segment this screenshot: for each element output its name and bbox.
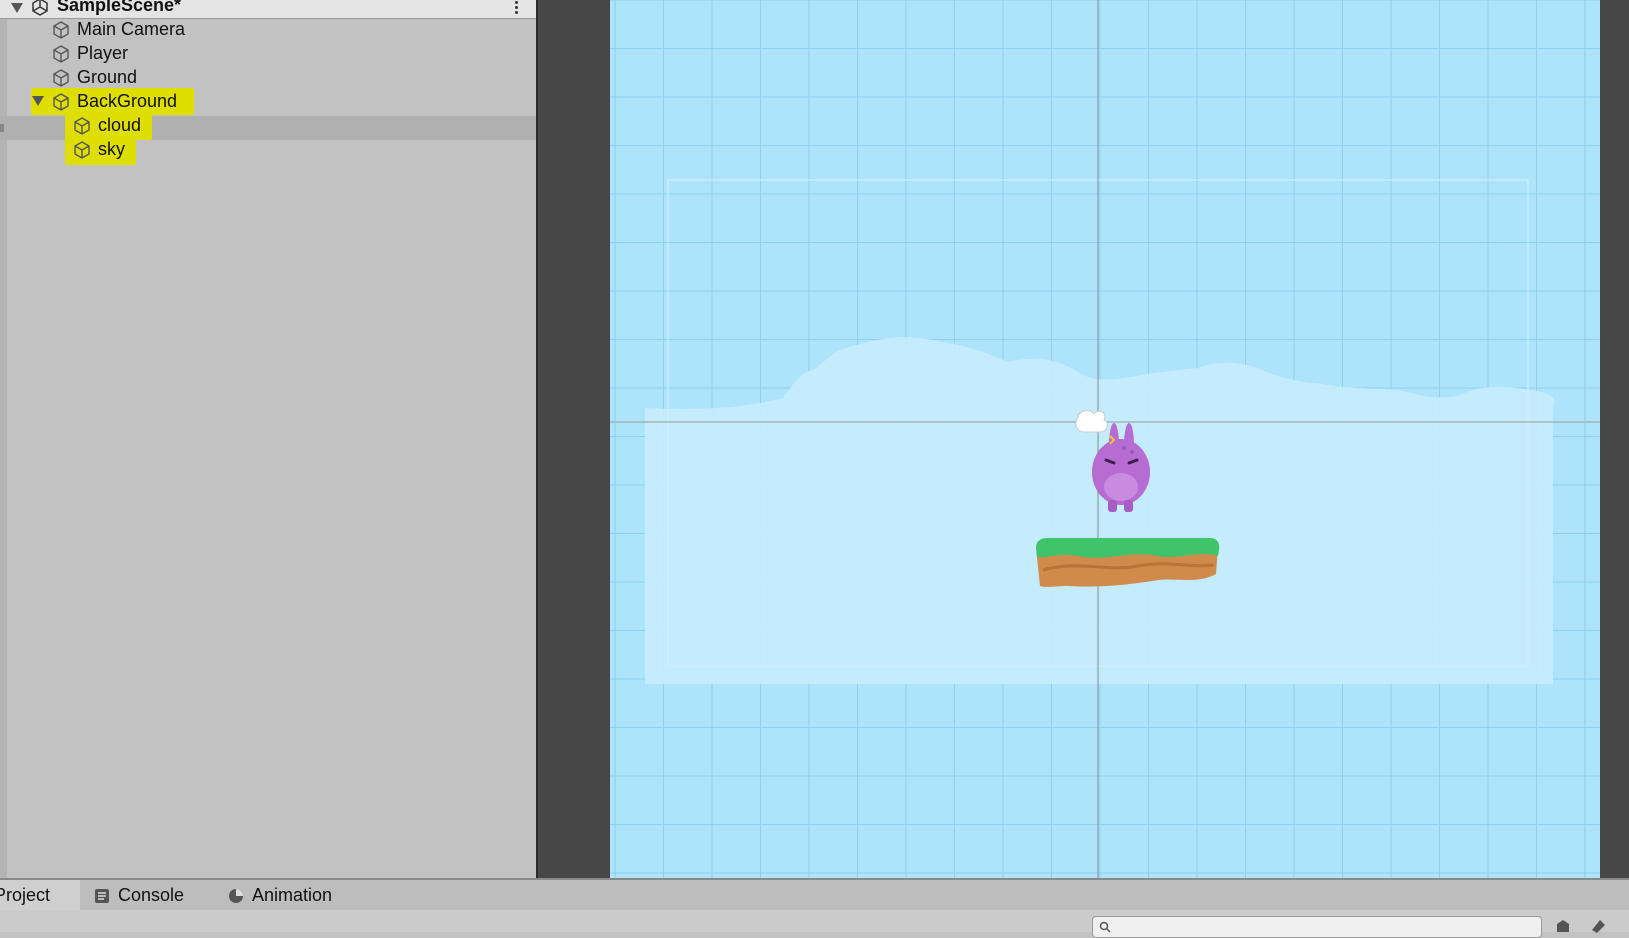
console-icon [95, 889, 109, 903]
bottom-tab-row: Project Console Animation [0, 880, 1629, 910]
hierarchy-item-label: sky [98, 139, 125, 159]
kebab-menu-icon[interactable] [515, 0, 519, 16]
tab-label: Console [118, 885, 185, 905]
hierarchy-panel: SampleScene* Main Camera Player Ground B… [0, 0, 537, 880]
tab-animation[interactable]: Animation [228, 880, 353, 910]
hierarchy-item-label: cloud [98, 115, 142, 135]
expand-triangle-icon[interactable] [32, 96, 44, 106]
gameobject-cube-icon [74, 117, 90, 135]
hierarchy-item-sky[interactable]: sky [0, 137, 537, 161]
tab-label: Animation [252, 885, 333, 905]
filter-by-type-icon[interactable] [1553, 916, 1573, 936]
tab-label: Project [0, 885, 51, 905]
scene-canvas[interactable] [538, 0, 1629, 878]
hierarchy-item-label: Player [77, 43, 129, 63]
hierarchy-item-main-camera[interactable]: Main Camera [0, 17, 537, 41]
gameobject-cube-icon [74, 141, 90, 159]
scene-view[interactable] [538, 0, 1629, 878]
hierarchy-item-background[interactable]: BackGround [0, 89, 537, 113]
collapse-triangle-icon[interactable] [11, 3, 23, 13]
unity-scene-icon [32, 0, 48, 16]
animation-icon [229, 889, 243, 903]
gameobject-cube-icon [53, 69, 69, 87]
bottom-panel: Project Console Animation [0, 878, 1629, 938]
scene-title: SampleScene* [57, 0, 182, 15]
hierarchy-item-label: Main Camera [77, 19, 186, 39]
project-toolbar [0, 910, 1629, 938]
hierarchy-item-player[interactable]: Player [0, 41, 537, 65]
search-field[interactable] [1092, 916, 1542, 938]
gameobject-cube-icon [53, 21, 69, 39]
hierarchy-item-cloud[interactable]: cloud [0, 113, 537, 137]
hierarchy-item-ground[interactable]: Ground [0, 65, 537, 89]
filter-by-label-icon[interactable] [1588, 916, 1608, 936]
tab-console[interactable]: Console [94, 880, 209, 910]
gameobject-cube-icon [53, 93, 69, 111]
hierarchy-item-label: BackGround [77, 91, 178, 111]
hierarchy-item-label: Ground [77, 67, 138, 87]
search-input[interactable] [1115, 917, 1539, 937]
gameobject-cube-icon [53, 45, 69, 63]
tab-project[interactable]: Project [0, 880, 80, 910]
search-icon [1099, 921, 1111, 933]
ground-platform[interactable] [1036, 538, 1220, 587]
